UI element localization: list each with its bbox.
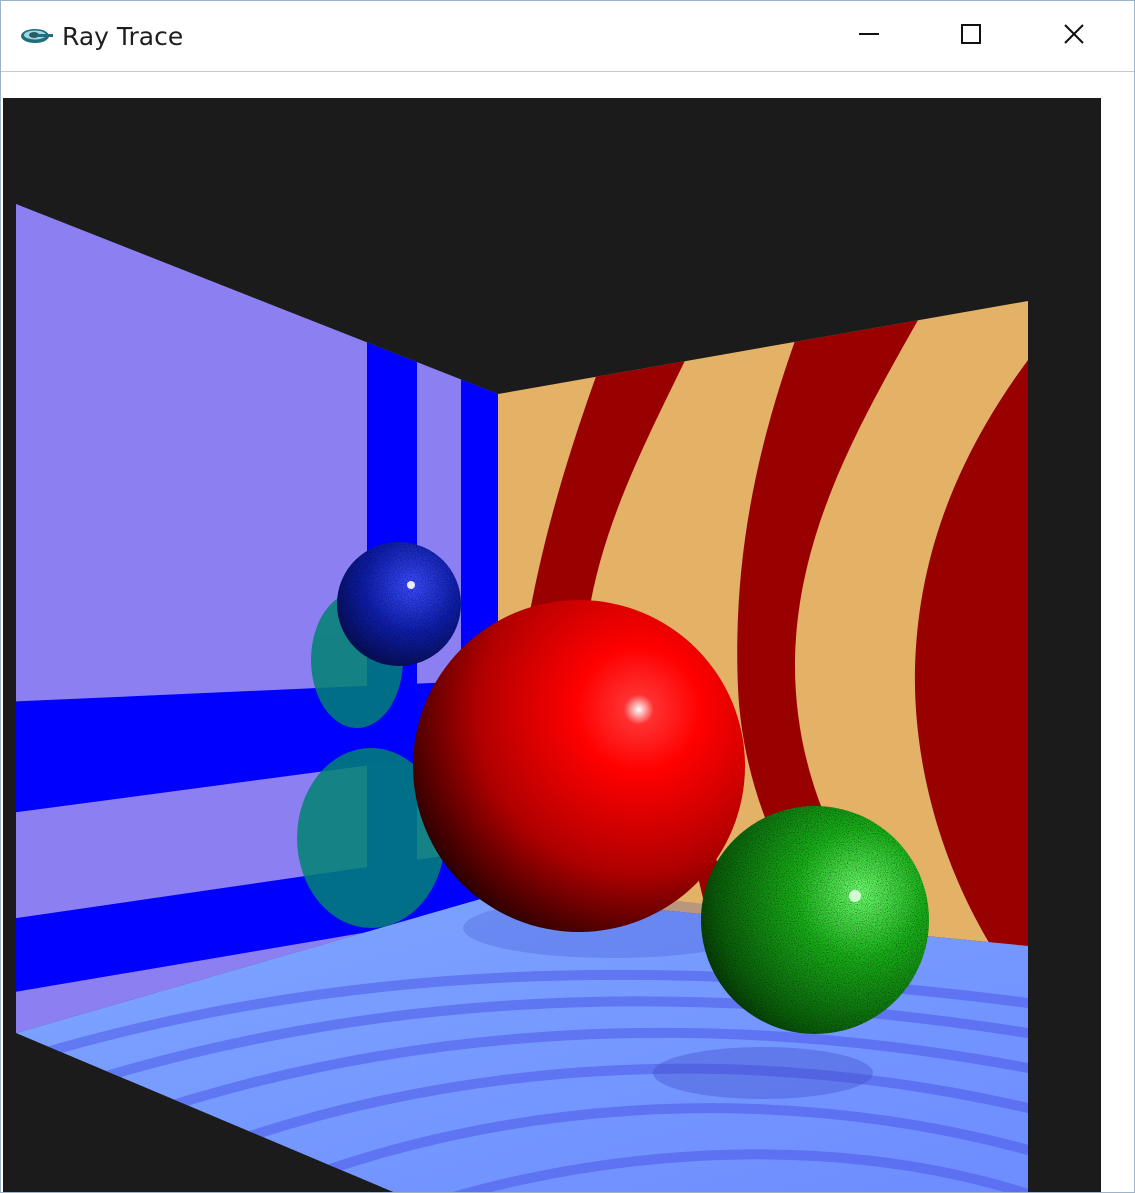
ray-trace-window: Ray Trace — [0, 0, 1135, 1193]
green-sphere — [701, 806, 929, 1034]
blue-sphere — [337, 542, 461, 666]
green-sphere-shadow — [653, 1047, 873, 1099]
window-border-right — [1101, 98, 1134, 1192]
menu-strip — [1, 71, 1134, 98]
title-bar[interactable]: Ray Trace — [1, 1, 1134, 71]
minimize-button[interactable] — [818, 1, 920, 71]
close-button[interactable] — [1023, 1, 1125, 71]
render-viewport — [3, 98, 1101, 1192]
window-title: Ray Trace — [62, 22, 184, 51]
close-icon — [1062, 22, 1086, 51]
minimize-icon — [857, 22, 881, 51]
maximize-icon — [959, 22, 983, 51]
red-sphere — [413, 600, 745, 932]
app-logo-icon — [19, 23, 55, 47]
maximize-button[interactable] — [920, 1, 1022, 71]
ray-trace-render — [16, 204, 1028, 1192]
